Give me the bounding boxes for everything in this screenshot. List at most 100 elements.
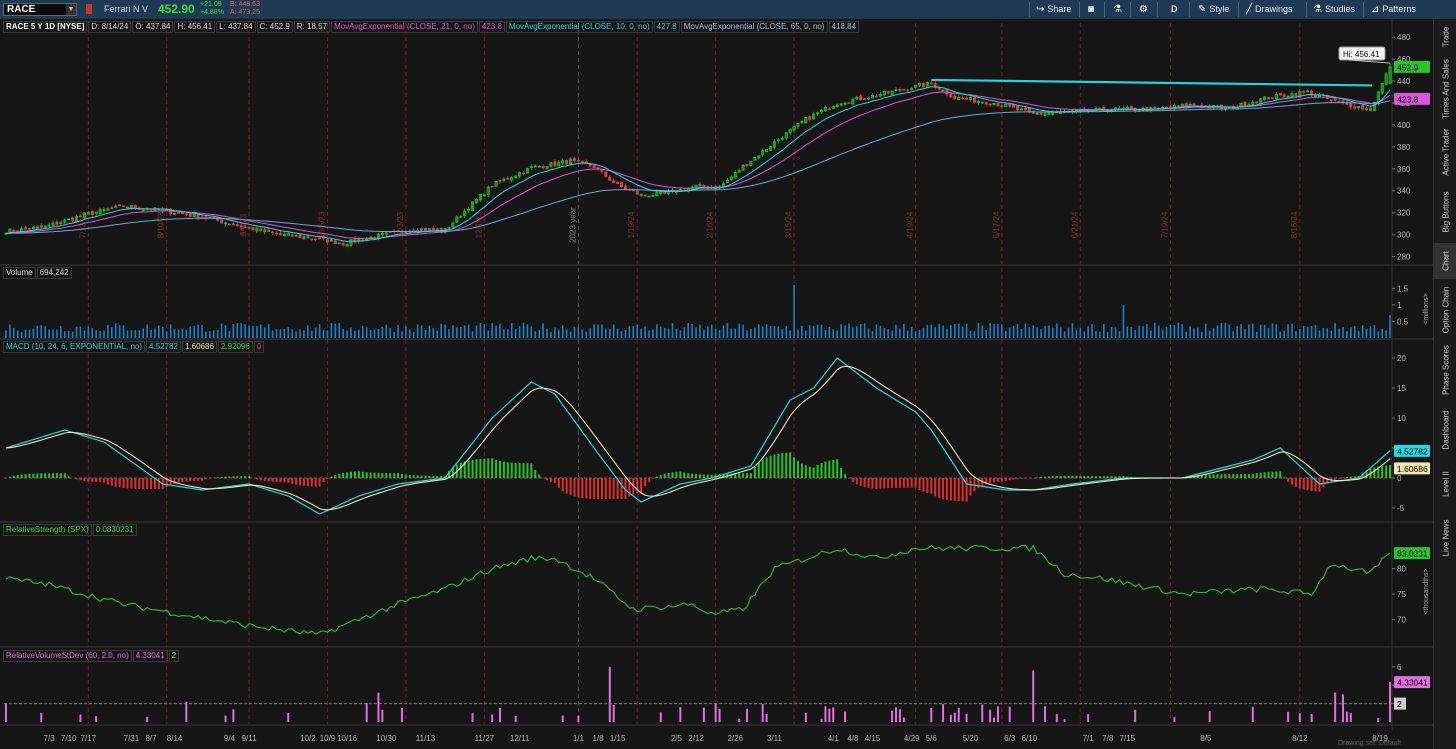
macd-hist-bar <box>306 478 309 487</box>
candle-body <box>698 184 702 186</box>
flag-icon[interactable] <box>86 4 92 14</box>
macd-hist-bar <box>16 474 19 478</box>
snapshot-button[interactable]: ◙ <box>1088 2 1097 17</box>
share-button[interactable]: ↪ Share <box>1036 2 1071 17</box>
macd-hist-bar <box>902 478 905 488</box>
flask-button[interactable]: ⚗ <box>1113 2 1125 17</box>
chart-area[interactable]: 7/13/23 8/10/23 9/8/23 10/6/23 11/3/23 12/1/2… <box>0 19 1433 749</box>
candle-body <box>745 164 749 167</box>
volume-bar <box>99 330 101 338</box>
macd-hist-bar <box>993 478 996 483</box>
macd-hist-bar <box>408 474 411 478</box>
volume-bar <box>550 332 552 338</box>
volume-bar <box>1291 323 1293 338</box>
volume-bar <box>499 323 501 338</box>
sidebar-tab-option-chain[interactable]: Option Chain <box>1434 281 1456 339</box>
bid-value: B: 448.63 <box>230 1 260 8</box>
sidebar-tab-live-news[interactable]: Live News <box>1434 509 1456 567</box>
candle-body <box>1282 94 1286 98</box>
volume-bar <box>1346 331 1348 338</box>
macd-hist-bar <box>824 461 827 478</box>
volume-bar <box>1016 324 1019 338</box>
sidebar-tab-chart[interactable]: Chart <box>1434 243 1456 279</box>
rvsd-label[interactable]: RelativeVolumeStDev (60, 2.0, no) <box>3 650 132 662</box>
rvsd-bar <box>844 711 847 722</box>
volume-bar <box>361 325 364 338</box>
volume-bar <box>816 324 819 338</box>
rvsd-bar <box>1298 713 1301 722</box>
rs-label[interactable]: RelativeStrength (SPX) <box>3 524 92 536</box>
patterns-button[interactable]: ⊿ Patterns <box>1371 2 1416 17</box>
candle-body <box>247 226 251 229</box>
sidebar-tab-times-and-sales[interactable]: Times And Sales <box>1434 57 1456 121</box>
volume-label[interactable]: Volume <box>3 267 36 279</box>
volume-bar <box>134 330 137 338</box>
candle-body <box>988 103 992 106</box>
macd-hist-bar <box>691 473 694 478</box>
x-tick-label: 5/6 <box>926 734 938 743</box>
volume-bar <box>612 324 615 338</box>
symbol-input[interactable]: RACE ▼ <box>3 3 77 16</box>
drawings-button[interactable]: ╱ Drawings <box>1246 2 1293 17</box>
candle-body <box>306 235 310 239</box>
candle-body <box>1008 103 1012 107</box>
candle-body <box>612 180 616 183</box>
volume-bar <box>1157 325 1160 338</box>
volume-bar <box>640 328 642 338</box>
style-label: Style <box>1209 4 1230 14</box>
ema21-study-label[interactable]: MovAvgExponential (CLOSE, 21, 0, no) <box>331 21 478 33</box>
volume-bar <box>1012 325 1015 338</box>
style-button[interactable]: ✎ Style <box>1198 2 1229 17</box>
y-tick-label: 280 <box>1397 253 1411 262</box>
macd-hist-bar <box>138 478 141 489</box>
macd-hist-bar <box>483 458 486 478</box>
volume-bar <box>565 329 568 338</box>
bid-ask: B: 448.63 A: 473.25 <box>230 1 260 17</box>
macd-hist-bar <box>1385 465 1388 478</box>
macd-hist-bar <box>326 478 329 479</box>
macd-avg-tag: 1.60686 <box>1397 464 1428 474</box>
candle-body <box>651 194 655 197</box>
candle-body <box>118 204 122 206</box>
macd-hist-bar <box>522 463 525 478</box>
candle-body <box>608 177 612 181</box>
sidebar-tab-level-ii[interactable]: Level II <box>1434 461 1456 507</box>
sidebar-tab-big-buttons[interactable]: Big Buttons <box>1434 183 1456 241</box>
macd-hist-bar <box>926 478 929 493</box>
header-open: O: 437.84 <box>132 21 174 33</box>
macd-hist-bar <box>52 473 55 478</box>
macd-label[interactable]: MACD (10, 24, 6, EXPONENTIAL, no) <box>3 341 146 353</box>
macd-hist-bar <box>989 478 992 484</box>
sidebar-tab-dashboard[interactable]: Dashboard <box>1434 401 1456 459</box>
macd-hist-bar <box>134 478 137 489</box>
ema10-study-label[interactable]: MovAvgExponential (CLOSE, 10, 0, no) <box>505 21 653 33</box>
volume-bar <box>334 323 337 338</box>
macd-hist-bar <box>1263 472 1266 478</box>
event-date-label: 7/19/24 <box>1160 211 1169 238</box>
candle-body <box>12 229 16 232</box>
ema65-study-label[interactable]: MovAvgExponential (CLOSE, 65, 0, no) <box>680 21 828 33</box>
settings-button[interactable]: ⚙ <box>1139 2 1151 17</box>
event-date-label: 8/10/23 <box>157 211 166 238</box>
period-button[interactable]: D <box>1171 2 1178 17</box>
macd-hist-bar <box>945 478 948 500</box>
x-tick-label: 7/3 <box>44 734 56 743</box>
macd-hist-bar <box>679 471 682 478</box>
chevron-down-icon[interactable]: ▼ <box>66 4 76 15</box>
candle-body <box>1035 113 1039 115</box>
sidebar-tab-trade[interactable]: Trade <box>1434 19 1456 55</box>
volume-bar <box>989 323 991 338</box>
sidebar-tab-active-trader[interactable]: Active Trader <box>1434 123 1456 181</box>
studies-button[interactable]: ⚗ Studies <box>1313 2 1355 17</box>
macd-hist-bar <box>1094 476 1097 478</box>
macd-hist-bar <box>1083 475 1086 478</box>
rs-unit-label: <thousandths> <box>1423 568 1430 614</box>
macd-hist-bar <box>1381 465 1384 478</box>
sidebar-tab-phase-scores[interactable]: Phase Scores <box>1434 341 1456 399</box>
candle-body <box>498 180 502 182</box>
macd-hist-bar <box>965 478 968 502</box>
candle-body <box>506 177 510 180</box>
volume-bar <box>146 324 148 338</box>
macd-hist-bar <box>1114 476 1117 478</box>
volume-bar <box>1055 323 1058 338</box>
